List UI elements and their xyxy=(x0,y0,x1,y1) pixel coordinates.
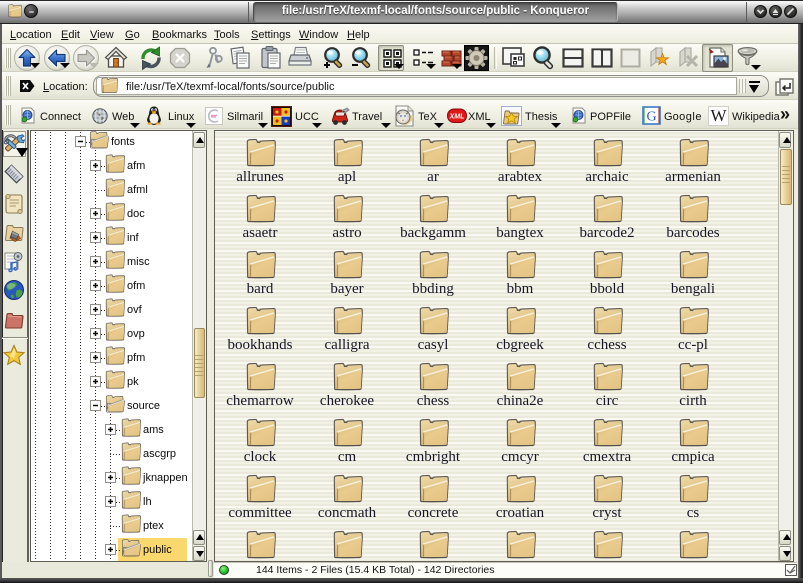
svg-text:XML: XML xyxy=(449,114,465,121)
svg-text:W: W xyxy=(710,106,727,125)
svg-text:G: G xyxy=(646,110,656,125)
